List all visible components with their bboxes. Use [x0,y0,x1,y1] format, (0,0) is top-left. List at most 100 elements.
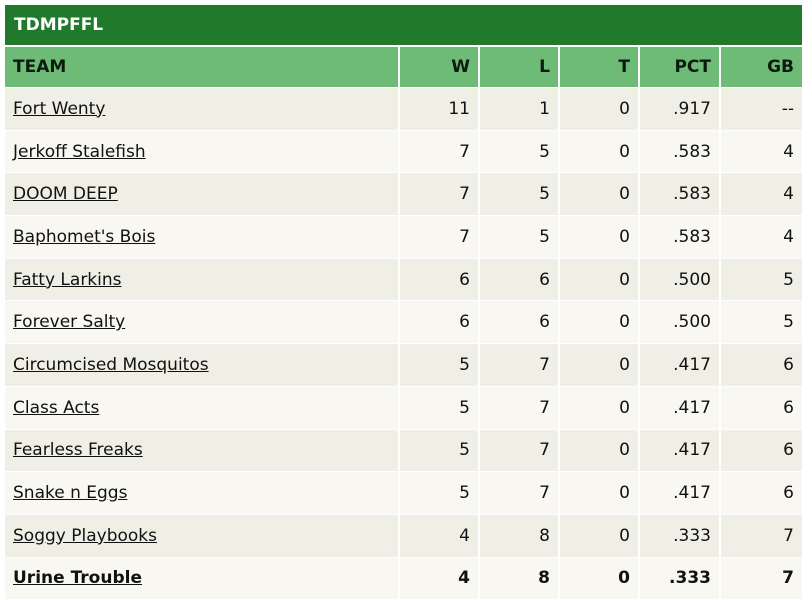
team-link[interactable]: Circumcised Mosquitos [13,355,209,375]
table-row: Urine Trouble 4 8 0.333 7 [5,557,802,600]
gb-cell: 5 [721,301,802,345]
pct-cell: .500 [640,258,721,302]
column-header-wins: W [400,45,480,88]
ties-cell: 0 [560,557,640,600]
wins-cell: 4 [400,557,480,600]
gb-cell: 4 [721,130,802,174]
league-title: TDMPFFL [5,5,802,45]
ties-cell: 0 [560,429,640,473]
table-row: Fearless Freaks 5 7 0.417 6 [5,429,802,473]
team-cell: Fearless Freaks [5,429,400,473]
team-link[interactable]: DOOM DEEP [13,184,118,204]
ties-cell: 0 [560,216,640,259]
pct-cell: .417 [640,429,721,473]
ties-cell: 0 [560,514,640,558]
pct-cell: .583 [640,130,721,174]
losses-cell: 7 [480,386,560,430]
column-header-row: TEAM W L T PCT GB [5,45,802,88]
team-cell: Fort Wenty [5,88,400,131]
gb-cell: 7 [721,557,802,600]
wins-cell: 7 [400,216,480,259]
team-link[interactable]: Baphomet's Bois [13,227,155,247]
ties-cell: 0 [560,472,640,515]
gb-cell: 6 [721,429,802,473]
pct-cell: .583 [640,173,721,217]
ties-cell: 0 [560,344,640,387]
team-link[interactable]: Class Acts [13,398,99,418]
wins-cell: 11 [400,88,480,131]
team-link[interactable]: Jerkoff Stalefish [13,142,146,162]
team-cell: Jerkoff Stalefish [5,130,400,174]
table-row: Fort Wenty 11 1 0.917 -- [5,88,802,131]
wins-cell: 5 [400,429,480,473]
losses-cell: 6 [480,301,560,345]
team-cell: Soggy Playbooks [5,514,400,558]
pct-cell: .417 [640,472,721,515]
team-link[interactable]: Soggy Playbooks [13,526,157,546]
losses-cell: 7 [480,429,560,473]
table-row: Forever Salty 6 6 0.500 5 [5,301,802,345]
pct-cell: .417 [640,386,721,430]
team-link[interactable]: Fatty Larkins [13,270,122,290]
pct-cell: .917 [640,88,721,131]
pct-cell: .500 [640,301,721,345]
team-cell: Circumcised Mosquitos [5,344,400,387]
losses-cell: 7 [480,344,560,387]
losses-cell: 5 [480,216,560,259]
pct-cell: .333 [640,557,721,600]
losses-cell: 5 [480,130,560,174]
losses-cell: 5 [480,173,560,217]
losses-cell: 6 [480,258,560,302]
team-link[interactable]: Fearless Freaks [13,440,143,460]
team-link[interactable]: Forever Salty [13,312,125,332]
gb-cell: 5 [721,258,802,302]
column-header-gb: GB [721,45,802,88]
team-cell: Forever Salty [5,301,400,345]
wins-cell: 7 [400,130,480,174]
wins-cell: 4 [400,514,480,558]
gb-cell: 7 [721,514,802,558]
table-row: DOOM DEEP 7 5 0.583 4 [5,173,802,217]
gb-cell: 4 [721,216,802,259]
table-row: Class Acts 5 7 0.417 6 [5,386,802,430]
team-cell: Class Acts [5,386,400,430]
wins-cell: 6 [400,301,480,345]
gb-cell: 6 [721,344,802,387]
gb-cell: 6 [721,472,802,515]
ties-cell: 0 [560,301,640,345]
table-row: Baphomet's Bois 7 5 0.583 4 [5,216,802,259]
standings-table: TEAM W L T PCT GB Fort Wenty 11 1 0.917 -- Je… [5,45,802,600]
team-link[interactable]: Snake n Eggs [13,483,127,503]
table-row: Jerkoff Stalefish 7 5 0.583 4 [5,130,802,174]
losses-cell: 8 [480,514,560,558]
gb-cell: -- [721,88,802,131]
column-header-ties: T [560,45,640,88]
wins-cell: 5 [400,386,480,430]
team-cell: Baphomet's Bois [5,216,400,259]
gb-cell: 4 [721,173,802,217]
gb-cell: 6 [721,386,802,430]
ties-cell: 0 [560,173,640,217]
column-header-losses: L [480,45,560,88]
table-row: Snake n Eggs 5 7 0.417 6 [5,472,802,515]
losses-cell: 1 [480,88,560,131]
pct-cell: .333 [640,514,721,558]
table-row: Circumcised Mosquitos 5 7 0.417 6 [5,344,802,387]
losses-cell: 7 [480,472,560,515]
team-link[interactable]: Fort Wenty [13,99,105,119]
team-link[interactable]: Urine Trouble [13,568,142,588]
ties-cell: 0 [560,386,640,430]
pct-cell: .417 [640,344,721,387]
table-row: Fatty Larkins 6 6 0.500 5 [5,258,802,302]
team-cell: Snake n Eggs [5,472,400,515]
column-header-team: TEAM [5,45,400,88]
ties-cell: 0 [560,258,640,302]
column-header-pct: PCT [640,45,721,88]
losses-cell: 8 [480,557,560,600]
team-cell: Urine Trouble [5,557,400,600]
team-cell: Fatty Larkins [5,258,400,302]
ties-cell: 0 [560,88,640,131]
wins-cell: 7 [400,173,480,217]
table-row: Soggy Playbooks 4 8 0.333 7 [5,514,802,558]
wins-cell: 6 [400,258,480,302]
